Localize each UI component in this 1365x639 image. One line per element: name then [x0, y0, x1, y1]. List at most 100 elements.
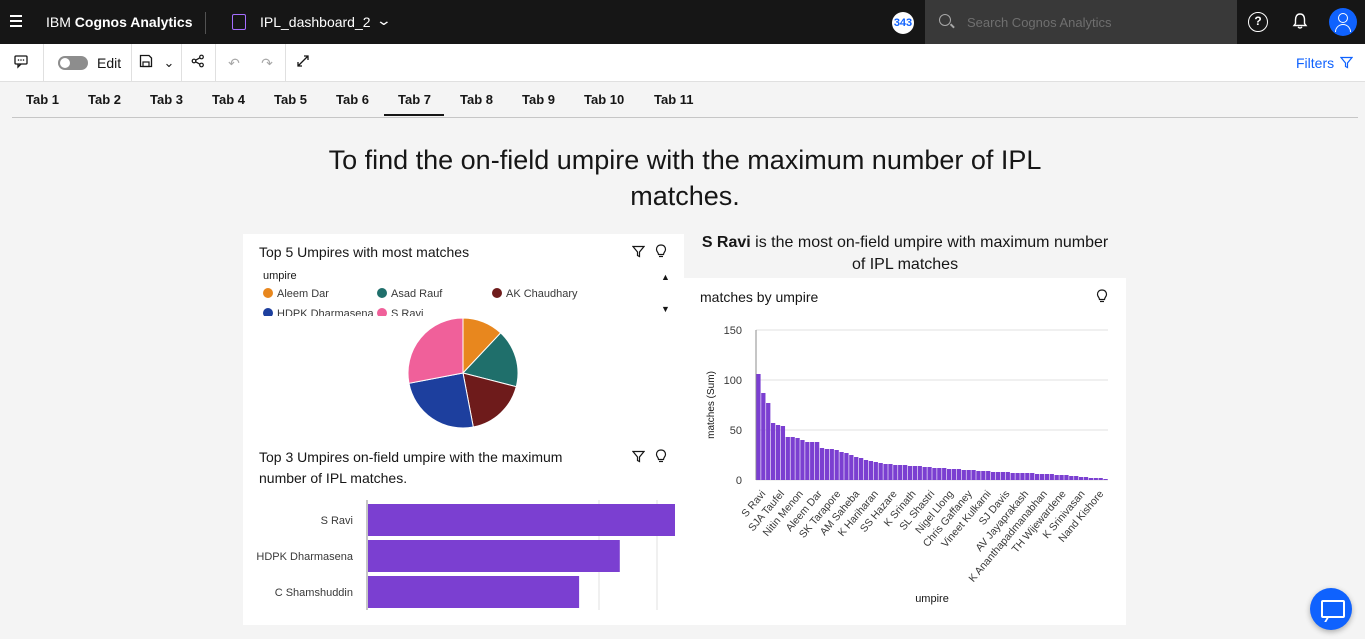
column-bar[interactable] [858, 458, 864, 480]
column-bar[interactable] [961, 470, 966, 480]
pie-chart[interactable] [400, 310, 530, 440]
column-bar[interactable] [946, 469, 952, 480]
legend-item[interactable]: AK Chaudhary [492, 288, 578, 300]
column-bar[interactable] [917, 466, 922, 480]
column-bar[interactable] [1039, 474, 1045, 480]
column-bar[interactable] [1020, 473, 1025, 480]
column-bar[interactable] [868, 461, 874, 480]
column-bar[interactable] [902, 465, 908, 480]
column-bar[interactable] [990, 472, 996, 480]
edit-mode-toggle[interactable] [58, 56, 88, 70]
tab-8[interactable]: Tab 8 [460, 92, 493, 107]
column-bar[interactable] [1093, 478, 1098, 480]
column-bar[interactable] [1044, 474, 1050, 480]
tab-3[interactable]: Tab 3 [150, 92, 183, 107]
column-bar[interactable] [976, 471, 981, 480]
tab-9[interactable]: Tab 9 [522, 92, 555, 107]
column-bar[interactable] [770, 423, 776, 480]
column-bar[interactable] [1103, 479, 1108, 480]
column-bar[interactable] [927, 467, 932, 480]
column-bar[interactable] [1015, 473, 1020, 480]
column-bar[interactable] [1059, 475, 1064, 480]
tab-7[interactable]: Tab 7 [398, 92, 431, 107]
column-bar[interactable] [800, 440, 805, 480]
column-bar[interactable] [839, 452, 844, 480]
column-bar[interactable] [1000, 472, 1006, 480]
legend-item[interactable]: Asad Rauf [377, 288, 442, 300]
chat-assistant-button[interactable] [1310, 588, 1352, 630]
column-bar[interactable] [893, 465, 898, 480]
column-bar[interactable] [775, 425, 781, 480]
redo-icon[interactable]: ↷ [258, 53, 276, 73]
column-bar[interactable] [956, 469, 962, 480]
tab-5[interactable]: Tab 5 [274, 92, 307, 107]
legend-item[interactable]: HDPK Dharmasena [263, 308, 374, 316]
tab-1[interactable]: Tab 1 [26, 92, 59, 107]
column-bar[interactable] [971, 470, 976, 480]
column-bar[interactable] [829, 449, 834, 480]
notification-badge[interactable]: 343 [892, 12, 914, 34]
column-bar[interactable] [766, 403, 771, 480]
column-bar[interactable] [1064, 475, 1069, 480]
undo-icon[interactable]: ↶ [225, 53, 243, 73]
column-bar[interactable] [1078, 477, 1084, 480]
pie-slice[interactable] [407, 317, 464, 384]
column-bar[interactable] [824, 449, 830, 480]
filter-icon[interactable] [631, 450, 646, 466]
column-bar[interactable] [995, 472, 1001, 480]
tab-10[interactable]: Tab 10 [584, 92, 624, 107]
column-bar[interactable] [883, 464, 888, 480]
column-bar[interactable] [1010, 473, 1015, 480]
column-bar[interactable] [854, 457, 859, 480]
column-bar[interactable] [888, 464, 893, 480]
column-bar[interactable] [810, 442, 815, 480]
save-icon[interactable] [138, 53, 154, 73]
column-bar[interactable] [932, 468, 937, 480]
column-bar[interactable] [986, 471, 991, 480]
column-bar[interactable] [1025, 473, 1030, 480]
column-bar[interactable] [907, 466, 913, 480]
hamburger-menu-icon[interactable] [10, 12, 28, 32]
insight-bulb-icon[interactable] [655, 449, 667, 467]
filter-icon[interactable] [631, 245, 646, 261]
legend-item[interactable]: Aleem Dar [263, 288, 329, 300]
column-bar[interactable] [761, 393, 766, 480]
dashboard-name[interactable]: IPL_dashboard_2 [260, 14, 371, 30]
column-bar[interactable] [849, 455, 854, 480]
column-bar[interactable] [819, 448, 825, 480]
insight-bulb-icon[interactable] [655, 244, 667, 262]
column-bar[interactable] [795, 438, 800, 480]
user-avatar[interactable] [1329, 8, 1357, 36]
column-bar[interactable] [981, 471, 986, 480]
column-bar[interactable] [1054, 475, 1059, 480]
column-bar[interactable] [844, 453, 849, 480]
chevron-down-icon[interactable]: ⌄ [376, 12, 392, 29]
search-bar[interactable] [925, 0, 1237, 44]
column-bar[interactable] [937, 468, 942, 480]
horizontal-bar-chart[interactable]: S Ravi HDPK Dharmasena C Shamshuddin [243, 496, 684, 616]
bar[interactable] [368, 540, 620, 572]
product-brand[interactable]: IBM Cognos Analytics [46, 14, 193, 30]
column-bar[interactable] [1005, 472, 1010, 480]
column-bar[interactable] [1049, 474, 1054, 480]
column-bar[interactable] [1030, 473, 1035, 480]
column-bar[interactable] [756, 374, 761, 480]
filter-icon[interactable] [1339, 56, 1354, 72]
column-bar[interactable] [898, 465, 903, 480]
chevron-down-icon[interactable]: ▼ [661, 304, 670, 314]
column-bar[interactable] [1098, 478, 1103, 480]
tab-4[interactable]: Tab 4 [212, 92, 245, 107]
bar[interactable] [368, 576, 580, 608]
column-bar[interactable] [1069, 476, 1074, 480]
help-icon[interactable]: ? [1248, 12, 1268, 32]
insight-bulb-icon[interactable] [1096, 289, 1108, 307]
column-bar[interactable] [814, 442, 820, 480]
column-bar[interactable] [922, 467, 927, 480]
fullscreen-icon[interactable] [294, 53, 312, 73]
share-icon[interactable] [189, 53, 207, 73]
column-bar[interactable] [790, 437, 795, 480]
column-bar[interactable] [1088, 478, 1094, 480]
column-bar[interactable] [780, 426, 786, 480]
column-bar[interactable] [942, 468, 947, 480]
column-bar[interactable] [785, 437, 790, 480]
